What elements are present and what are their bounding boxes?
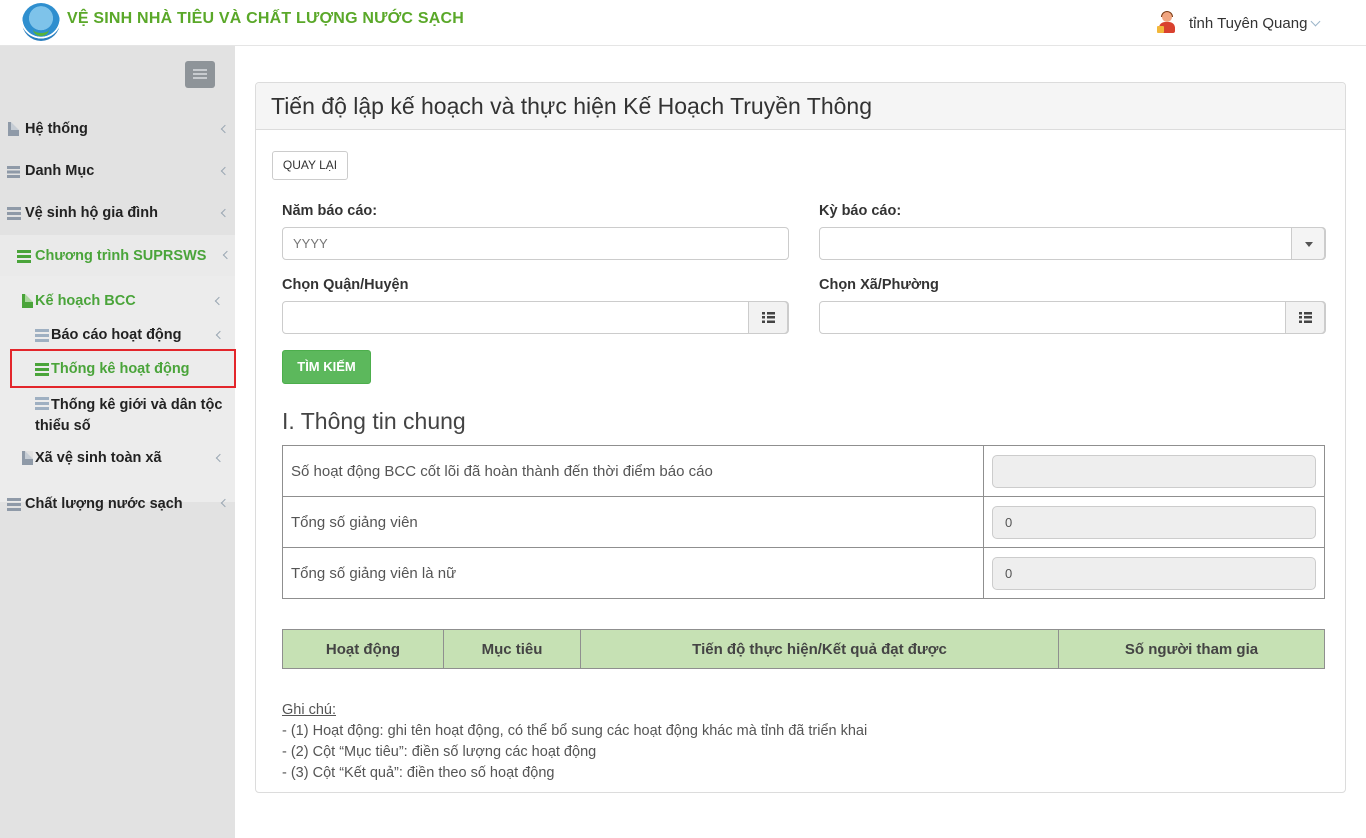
- column-header: Tiến độ thực hiện/Kết quả đạt được: [580, 629, 1059, 669]
- sidebar-item-ke-hoach-bcc[interactable]: Kế hoạch BCC: [0, 293, 235, 313]
- back-button[interactable]: QUAY LẠI: [272, 151, 348, 180]
- sidebar-item-xa-ve-sinh-toan-xa[interactable]: Xã vệ sinh toàn xã: [0, 450, 235, 470]
- sidebar-item-label: Hệ thống: [25, 121, 88, 137]
- sidebar-item-label: Vệ sinh hộ gia đình: [25, 205, 158, 221]
- section-title: I. Thông tin chung: [282, 408, 466, 434]
- list-addon-icon: [762, 312, 775, 323]
- table-row: Tổng số giảng viên là nữ 0: [282, 547, 1325, 599]
- notes-heading: Ghi chú:: [282, 702, 336, 718]
- info-value-field: 0: [992, 505, 1316, 539]
- activity-table: Hoạt động Mục tiêu Tiến độ thực hiện/Kết…: [282, 629, 1325, 669]
- general-info-table: Số hoạt động BCC cốt lõi đã hoàn thành đ…: [282, 445, 1325, 599]
- column-header: Mục tiêu: [443, 629, 581, 669]
- table-header-row: Hoạt động Mục tiêu Tiến độ thực hiện/Kết…: [282, 629, 1325, 669]
- menu-toggle-button[interactable]: [185, 61, 215, 88]
- sidebar-item-ve-sinh-ho-gia-dinh[interactable]: Vệ sinh hộ gia đình: [0, 205, 235, 225]
- sidebar-item-he-thong[interactable]: Hệ thống: [0, 121, 235, 141]
- sidebar-item-label: Danh Mục: [25, 163, 95, 179]
- chevron-left-icon: [220, 498, 230, 508]
- sidebar-item-label: Kế hoạch BCC: [35, 293, 136, 309]
- sidebar-item-danh-muc[interactable]: Danh Mục: [0, 163, 235, 183]
- sidebar-item-label: Chất lượng nước sạch: [25, 496, 183, 512]
- notes: Ghi chú: - (1) Hoạt động: ghi tên hoạt đ…: [282, 700, 867, 784]
- year-input[interactable]: [282, 227, 789, 260]
- sidebar-item-chat-luong-nuoc-sach[interactable]: Chất lượng nước sạch: [0, 496, 235, 516]
- chevron-left-icon: [215, 453, 225, 463]
- ward-picker-button[interactable]: [1285, 301, 1325, 334]
- column-header: Số người tham gia: [1058, 629, 1325, 669]
- user-avatar-icon[interactable]: [1157, 11, 1177, 34]
- period-select[interactable]: [819, 227, 1326, 260]
- chevron-down-icon[interactable]: [1310, 16, 1321, 27]
- sidebar-item-label: Chương trình SUPRSWS: [35, 248, 207, 264]
- info-value-field: [992, 454, 1316, 488]
- table-row: Số hoạt động BCC cốt lõi đã hoàn thành đ…: [282, 445, 1325, 497]
- note-line: - (1) Hoạt động: ghi tên hoạt động, có t…: [282, 723, 868, 739]
- info-label: Tổng số giảng viên là nữ: [282, 547, 984, 599]
- document-icon: [22, 451, 33, 465]
- column-header: Hoạt động: [282, 629, 444, 669]
- user-menu-name[interactable]: tỉnh Tuyên Quang: [1189, 15, 1307, 32]
- district-input[interactable]: [282, 301, 789, 334]
- info-label: Số hoạt động BCC cốt lõi đã hoàn thành đ…: [282, 445, 984, 497]
- district-label: Chọn Quận/Huyện: [282, 277, 409, 293]
- chevron-left-icon: [215, 330, 225, 340]
- chevron-left-icon: [220, 124, 230, 134]
- caret-down-icon: [1305, 242, 1313, 247]
- document-icon: [8, 122, 19, 136]
- ward-input[interactable]: [819, 301, 1326, 334]
- search-button[interactable]: TÌM KIẾM: [282, 350, 371, 384]
- info-value-field: 0: [992, 556, 1316, 590]
- sidebar: Hệ thống Danh Mục Vệ sinh hộ gia đình Ch…: [0, 46, 236, 838]
- chevron-left-icon: [220, 208, 230, 218]
- active-item-highlight: [10, 349, 236, 388]
- chevron-left-icon: [220, 166, 230, 176]
- info-label: Tổng số giảng viên: [282, 496, 984, 548]
- sidebar-item-bao-cao-hoat-dong[interactable]: Báo cáo hoạt động: [0, 327, 235, 347]
- app-title[interactable]: VỆ SINH NHÀ TIÊU VÀ CHẤT LƯỢNG NƯỚC SẠCH: [67, 10, 464, 28]
- list-addon-icon: [1299, 312, 1312, 323]
- period-select-toggle[interactable]: [1291, 227, 1325, 260]
- logo-leaf-icon: [33, 22, 49, 36]
- district-picker-button[interactable]: [748, 301, 788, 334]
- chevron-left-icon: [214, 296, 224, 306]
- sidebar-item-label: Xã vệ sinh toàn xã: [35, 450, 162, 466]
- server-icon: [35, 329, 49, 342]
- sidebar-item-thong-ke-gioi-dan-toc[interactable]: Thống kê giới và dân tộc thiểu số: [0, 395, 235, 435]
- main-panel: Tiến độ lập kế hoạch và thực hiện Kế Hoạ…: [255, 82, 1346, 793]
- sidebar-item-label: Thống kê giới và dân tộc thiểu số: [35, 397, 223, 434]
- period-label: Kỳ báo cáo:: [819, 203, 902, 219]
- server-icon: [7, 498, 21, 511]
- chevron-left-icon: [222, 250, 232, 260]
- note-line: - (2) Cột “Mục tiêu”: điền số lượng các …: [282, 744, 597, 760]
- note-line: - (3) Cột “Kết quả”: điền theo số hoạt đ…: [282, 765, 555, 781]
- year-label: Năm báo cáo:: [282, 203, 378, 219]
- table-row: Tổng số giảng viên 0: [282, 496, 1325, 548]
- sidebar-item-chuong-trinh-suprsws[interactable]: Chương trình SUPRSWS: [0, 248, 235, 268]
- ward-label: Chọn Xã/Phường: [819, 277, 939, 293]
- top-bar: VỆ SINH NHÀ TIÊU VÀ CHẤT LƯỢNG NƯỚC SẠCH…: [0, 0, 1366, 46]
- panel-header: Tiến độ lập kế hoạch và thực hiện Kế Hoạ…: [256, 83, 1345, 130]
- list-icon: [7, 166, 20, 178]
- document-icon: [22, 294, 33, 308]
- sidebar-item-label: Báo cáo hoạt động: [51, 327, 182, 343]
- server-icon: [17, 250, 31, 263]
- server-icon: [7, 207, 21, 220]
- page-title: Tiến độ lập kế hoạch và thực hiện Kế Hoạ…: [271, 93, 872, 119]
